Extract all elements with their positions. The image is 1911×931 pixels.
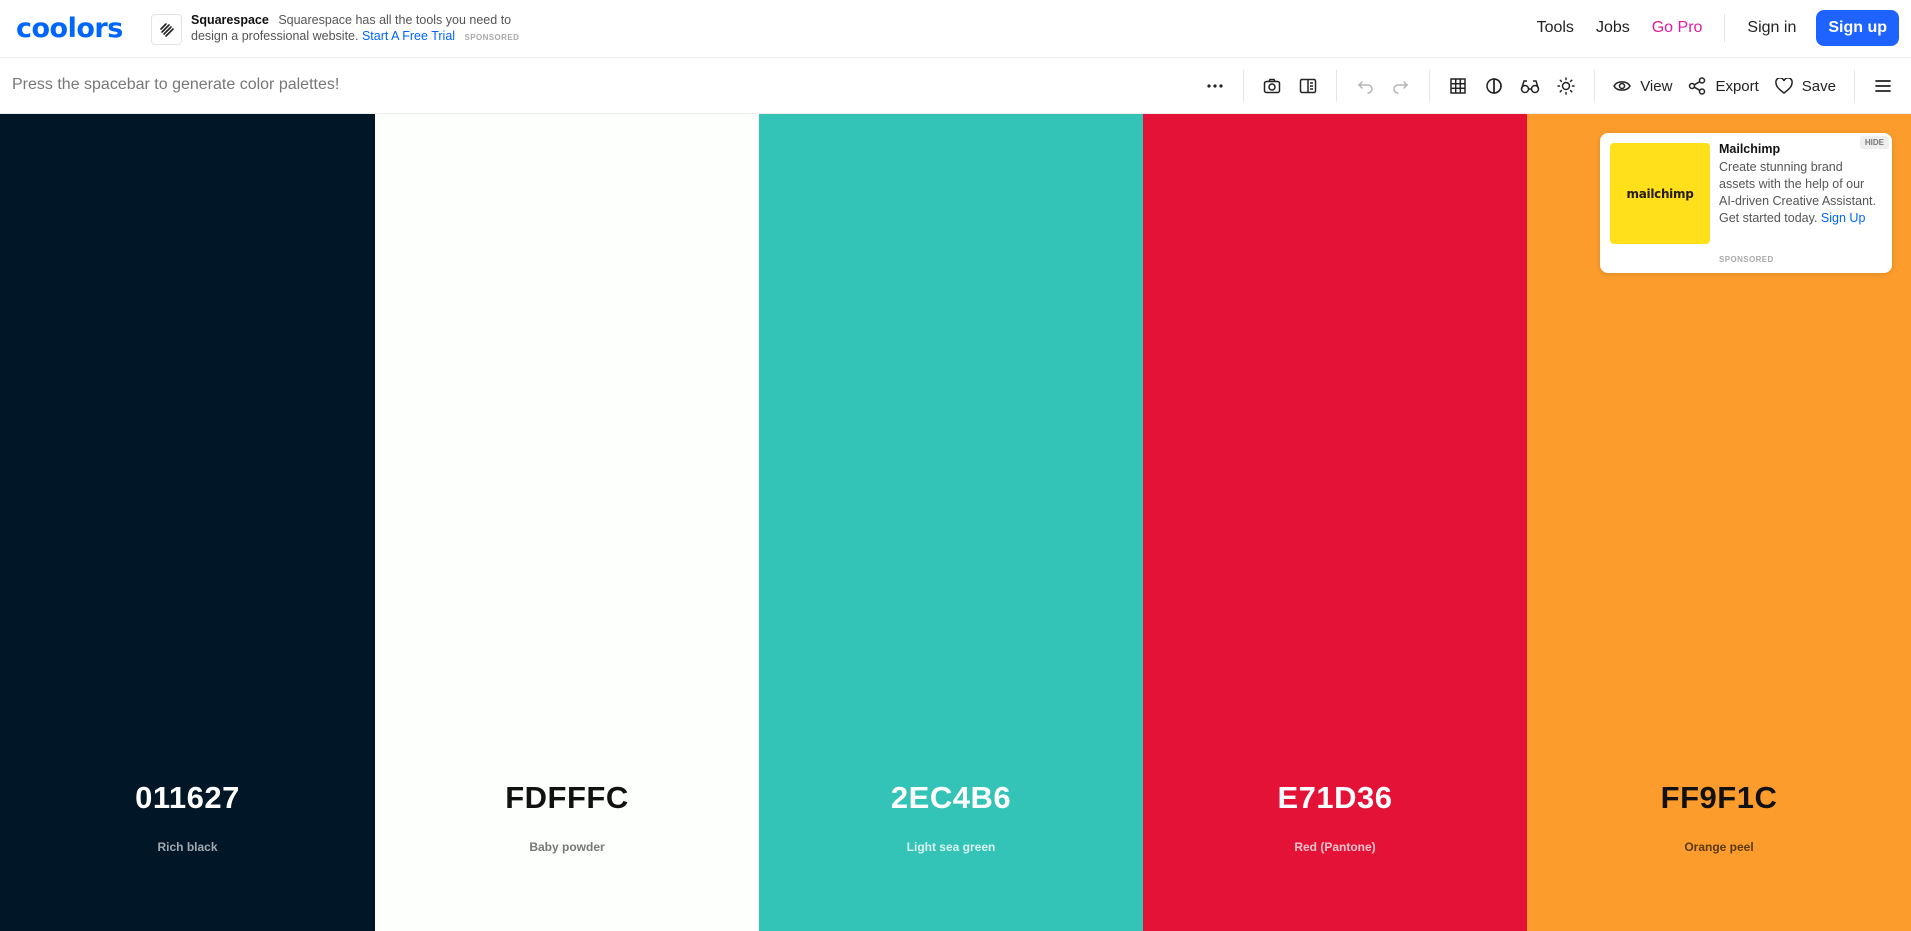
top-ad-sponsored-label: SPONSORED (464, 33, 520, 42)
menu-icon[interactable] (1865, 68, 1901, 104)
toolbar-divider (1336, 70, 1338, 102)
top-sponsored-ad[interactable]: Squarespace Squarespace has all the tool… (151, 12, 531, 46)
view-button[interactable]: View (1605, 68, 1680, 104)
save-button[interactable]: Save (1767, 68, 1844, 104)
sun-icon[interactable] (1548, 68, 1584, 104)
nav-jobs-link[interactable]: Jobs (1596, 19, 1630, 37)
squarespace-icon (151, 14, 182, 45)
top-ad-copy: Squarespace Squarespace has all the tool… (191, 12, 531, 46)
top-navbar: coolors Squarespace Squarespace has all … (0, 0, 1911, 58)
spacebar-hint: Press the spacebar to generate color pal… (12, 76, 340, 93)
color-column-1[interactable]: 011627 Rich black (0, 114, 375, 931)
grid-icon[interactable] (1440, 68, 1476, 104)
share-icon (1689, 77, 1706, 95)
toolbar-divider (1243, 70, 1245, 102)
color-hex-code[interactable]: FF9F1C (1527, 780, 1911, 816)
nav-tools-link[interactable]: Tools (1537, 19, 1574, 37)
color-hex-code[interactable]: 2EC4B6 (759, 780, 1143, 816)
undo-icon[interactable] (1347, 68, 1383, 104)
nav-right: Tools Jobs Go Pro Sign in Sign up (1515, 10, 1899, 46)
toolbar-divider (1854, 70, 1855, 102)
side-panel-icon[interactable] (1290, 68, 1326, 104)
more-icon[interactable] (1197, 68, 1233, 104)
camera-icon[interactable] (1254, 68, 1290, 104)
color-column-4[interactable]: E71D36 Red (Pantone) (1143, 114, 1527, 931)
color-hex-code[interactable]: FDFFFC (375, 780, 759, 816)
side-ad-signup-link[interactable]: Sign Up (1821, 211, 1865, 225)
contrast-icon[interactable] (1476, 68, 1512, 104)
side-ad-sponsored-label: SPONSORED (1719, 255, 1774, 264)
view-label: View (1640, 77, 1673, 95)
mailchimp-sponsored-card[interactable]: mailchimp Mailchimp Create stunning bran… (1600, 133, 1892, 273)
color-column-3[interactable]: 2EC4B6 Light sea green (759, 114, 1143, 931)
logo-text: coolors (16, 12, 123, 44)
glasses-icon[interactable] (1512, 68, 1548, 104)
color-hex-code[interactable]: 011627 (0, 780, 375, 816)
toolbar-actions: View Export Save (1197, 58, 1911, 114)
heart-icon (1774, 78, 1793, 94)
color-name[interactable]: Red (Pantone) (1143, 840, 1527, 854)
side-ad-title: Mailchimp (1719, 142, 1781, 156)
color-name[interactable]: Light sea green (759, 840, 1143, 854)
export-label: Export (1715, 77, 1759, 95)
hide-ad-button[interactable]: HIDE (1859, 136, 1889, 149)
toolbar-divider (1594, 70, 1596, 102)
export-button[interactable]: Export (1680, 68, 1766, 104)
color-name[interactable]: Orange peel (1527, 840, 1911, 854)
nav-go-pro-link[interactable]: Go Pro (1652, 19, 1703, 37)
color-column-2[interactable]: FDFFFC Baby powder (375, 114, 759, 931)
color-name[interactable]: Rich black (0, 840, 375, 854)
save-label: Save (1801, 77, 1836, 95)
sign-in-link[interactable]: Sign in (1747, 19, 1796, 37)
top-ad-cta-link[interactable]: Start A Free Trial (362, 29, 455, 43)
nav-divider (1724, 14, 1726, 42)
redo-icon[interactable] (1383, 68, 1419, 104)
mailchimp-logo-text: mailchimp (1626, 186, 1694, 201)
color-hex-code[interactable]: E71D36 (1143, 780, 1527, 816)
color-name[interactable]: Baby powder (375, 840, 759, 854)
top-ad-name: Squarespace (191, 13, 269, 27)
side-ad-body: Create stunning brand assets with the he… (1719, 159, 1879, 227)
mailchimp-logo: mailchimp (1610, 143, 1710, 244)
eye-icon (1613, 81, 1632, 91)
sign-up-button[interactable]: Sign up (1816, 10, 1899, 46)
generator-toolbar: Press the spacebar to generate color pal… (0, 58, 1911, 114)
coolors-logo[interactable]: coolors (16, 12, 123, 44)
toolbar-divider (1429, 70, 1431, 102)
